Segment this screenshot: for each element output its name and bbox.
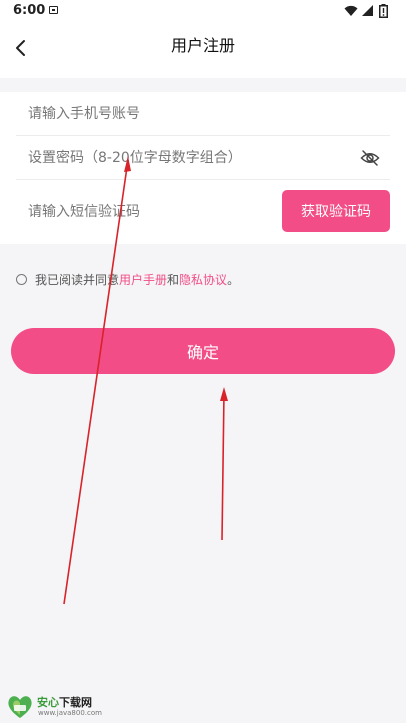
arrow-to-confirm-button	[220, 387, 228, 541]
signal-icon	[362, 5, 373, 16]
sms-code-field: 获取验证码	[16, 190, 390, 234]
watermark-name-a: 安心	[37, 696, 59, 709]
site-watermark: 安心下载网 www.java800.com	[0, 690, 110, 723]
eye-off-icon[interactable]	[360, 149, 380, 167]
phone-field	[16, 92, 390, 136]
phone-input[interactable]	[28, 92, 328, 135]
agreement-suffix: 。	[227, 272, 240, 287]
agreement-radio[interactable]	[16, 273, 27, 285]
page-title: 用户注册	[170, 36, 235, 55]
get-code-button[interactable]: 获取验证码	[282, 190, 390, 232]
status-time: 6:00	[13, 3, 46, 18]
privacy-link[interactable]: 隐私协议	[179, 271, 227, 288]
confirm-button[interactable]: 确定	[11, 328, 395, 374]
password-field	[16, 136, 390, 180]
status-bar: 6:00	[0, 0, 406, 22]
agreement-prefix: 我已阅读并同意	[35, 272, 120, 287]
password-input[interactable]	[28, 136, 328, 179]
watermark-name-b: 下载网	[59, 696, 92, 709]
user-manual-link[interactable]: 用户手册	[119, 271, 167, 288]
heart-logo-icon	[8, 696, 32, 718]
navigation-bar: 用户注册	[0, 22, 406, 78]
status-icons	[344, 4, 396, 18]
watermark-name: 安心下载网	[37, 694, 92, 710]
wifi-icon	[344, 5, 358, 16]
agreement-row: 我已阅读并同意 用户手册 和 隐私协议 。	[16, 270, 239, 288]
notification-icon	[49, 6, 58, 14]
battery-icon	[379, 4, 388, 18]
registration-form: 获取验证码	[0, 92, 406, 244]
agreement-and: 和	[167, 272, 180, 287]
watermark-url: www.java800.com	[38, 709, 102, 717]
